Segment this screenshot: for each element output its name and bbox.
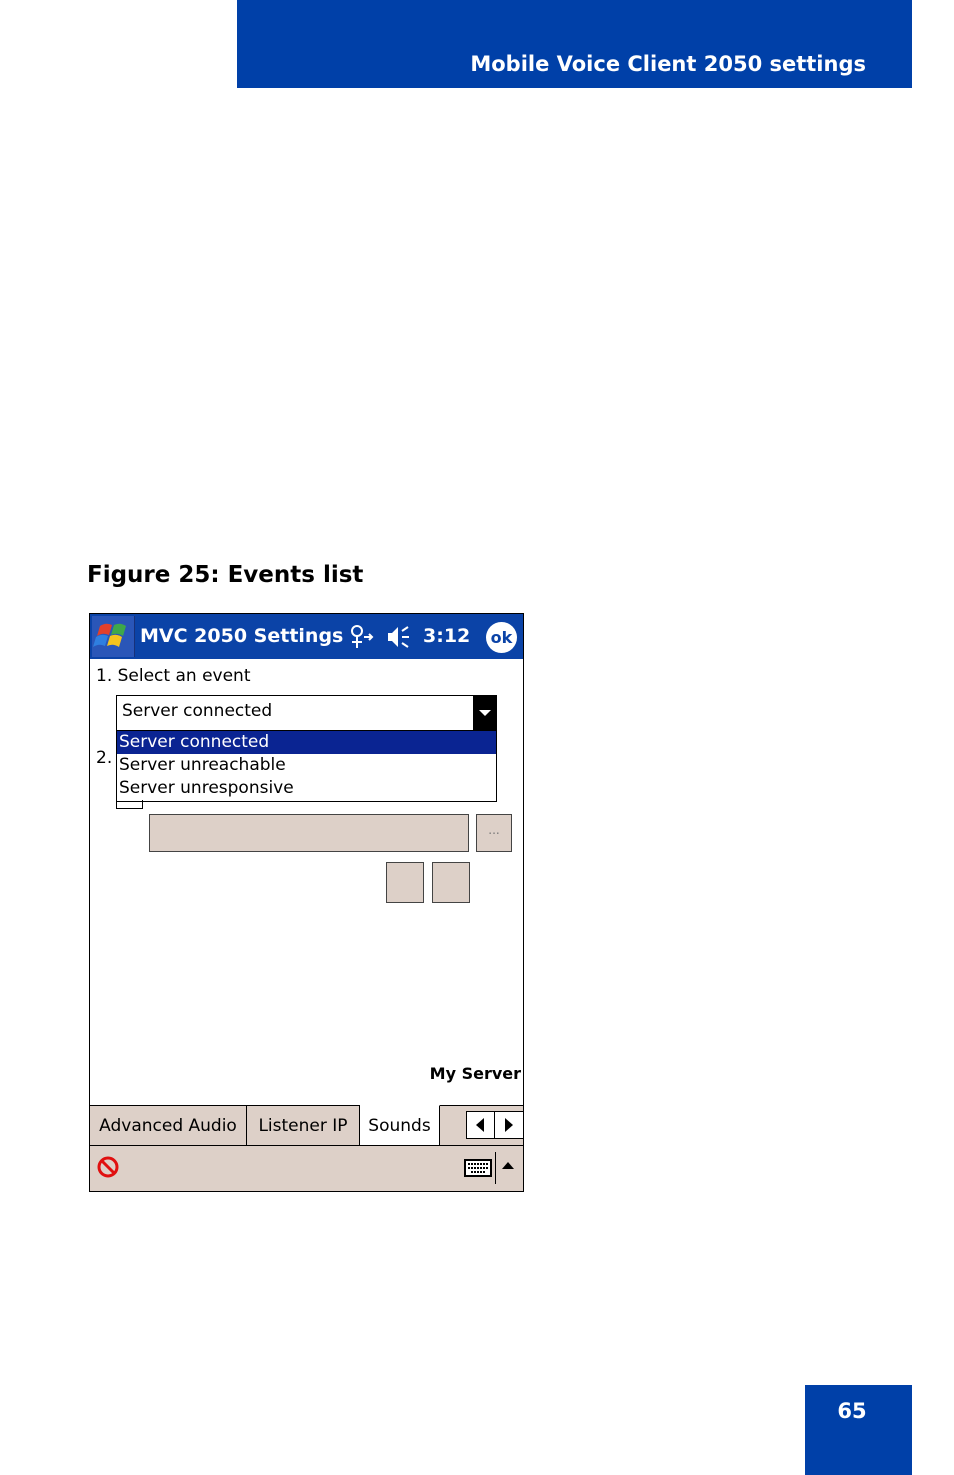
tab-sounds[interactable]: Sounds: [360, 1105, 440, 1146]
status-icons: [348, 623, 418, 651]
stop-button[interactable]: [432, 862, 470, 903]
page-number-box: 65: [805, 1385, 912, 1475]
titlebar: MVC 2050 Settings 3:12 ok: [90, 614, 523, 659]
chevron-up-icon[interactable]: [502, 1162, 514, 1169]
tab-bar: Advanced Audio Listener IP Sounds: [90, 1105, 524, 1146]
keyboard-icon[interactable]: [464, 1159, 492, 1177]
event-select[interactable]: Server connected: [116, 695, 497, 731]
dropdown-option-label: Server unresponsive: [119, 778, 294, 798]
event-dropdown-list: Server connected Server unreachable Serv…: [116, 730, 497, 802]
figure-caption: Figure 25: Events list: [87, 562, 364, 588]
header-band: Mobile Voice Client 2050 settings: [237, 0, 912, 88]
dropdown-option-server-unresponsive[interactable]: Server unresponsive: [117, 777, 496, 800]
sound-file-field[interactable]: [149, 814, 469, 852]
checkbox[interactable]: [116, 800, 143, 809]
clock: 3:12: [423, 625, 471, 647]
chevron-right-icon[interactable]: [495, 1112, 522, 1138]
device-screenshot: MVC 2050 Settings 3:12 ok 1. Select an e…: [89, 613, 524, 1192]
server-name: My Server: [429, 1064, 521, 1083]
window-title: MVC 2050 Settings: [140, 625, 344, 647]
step1-label: 1. Select an event: [96, 666, 251, 686]
step2-label: 2.: [96, 748, 113, 768]
header-title: Mobile Voice Client 2050 settings: [470, 52, 866, 76]
event-select-value: Server connected: [122, 701, 273, 721]
chevron-left-icon[interactable]: [467, 1112, 495, 1138]
dropdown-option-server-connected[interactable]: Server connected: [117, 731, 496, 754]
dropdown-option-label: Server connected: [119, 732, 270, 752]
tab-advanced-audio[interactable]: Advanced Audio: [90, 1106, 247, 1146]
play-button[interactable]: [386, 862, 424, 903]
page-number: 65: [837, 1399, 867, 1423]
menu-bar: [90, 1145, 523, 1191]
dropdown-option-server-unreachable[interactable]: Server unreachable: [117, 754, 496, 777]
connectivity-icon: [351, 625, 409, 648]
cancel-icon[interactable]: [96, 1155, 120, 1179]
ok-button[interactable]: ok: [486, 622, 517, 653]
windows-start-icon[interactable]: [92, 616, 135, 657]
dropdown-option-label: Server unreachable: [119, 755, 286, 775]
chevron-down-icon[interactable]: [473, 696, 496, 730]
tab-scroll-buttons: [466, 1111, 524, 1139]
browse-button[interactable]: ...: [476, 814, 512, 852]
divider: [495, 1152, 496, 1184]
tab-listener-ip[interactable]: Listener IP: [247, 1106, 360, 1146]
